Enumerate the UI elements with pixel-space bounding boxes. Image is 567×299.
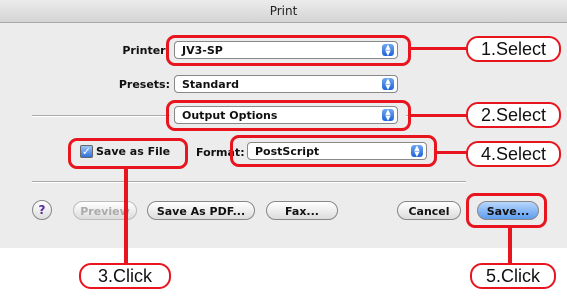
callout-3: 3.Click [79,263,171,289]
save-as-pdf-button[interactable]: Save As PDF... [147,201,255,220]
separator-left [32,115,170,117]
connector-2 [410,114,468,117]
popup-arrows-icon: ▲ ▼ [382,78,394,91]
presets-value: Standard [182,78,240,91]
highlight-section [166,100,411,131]
connector-4 [436,151,468,154]
separator-bottom [32,181,466,183]
connector-3 [124,168,128,264]
callout-1: 1.Select [466,36,561,62]
highlight-save [466,193,547,228]
printer-label: Printer: [122,44,170,57]
presets-popup[interactable]: Standard ▲ ▼ [174,75,398,93]
highlight-save-as-file [68,138,188,169]
callout-5: 5.Click [470,263,556,289]
cancel-button[interactable]: Cancel [397,201,461,220]
connector-1 [410,47,468,50]
callout-4: 4.Select [466,141,561,167]
highlight-format [230,135,437,167]
presets-label: Presets: [118,78,170,91]
callout-2: 2.Select [466,102,561,128]
fax-button[interactable]: Fax... [266,201,338,220]
help-button[interactable]: ? [32,200,52,220]
window-title: Print [0,0,567,23]
connector-5 [508,227,512,264]
highlight-printer [166,35,411,66]
